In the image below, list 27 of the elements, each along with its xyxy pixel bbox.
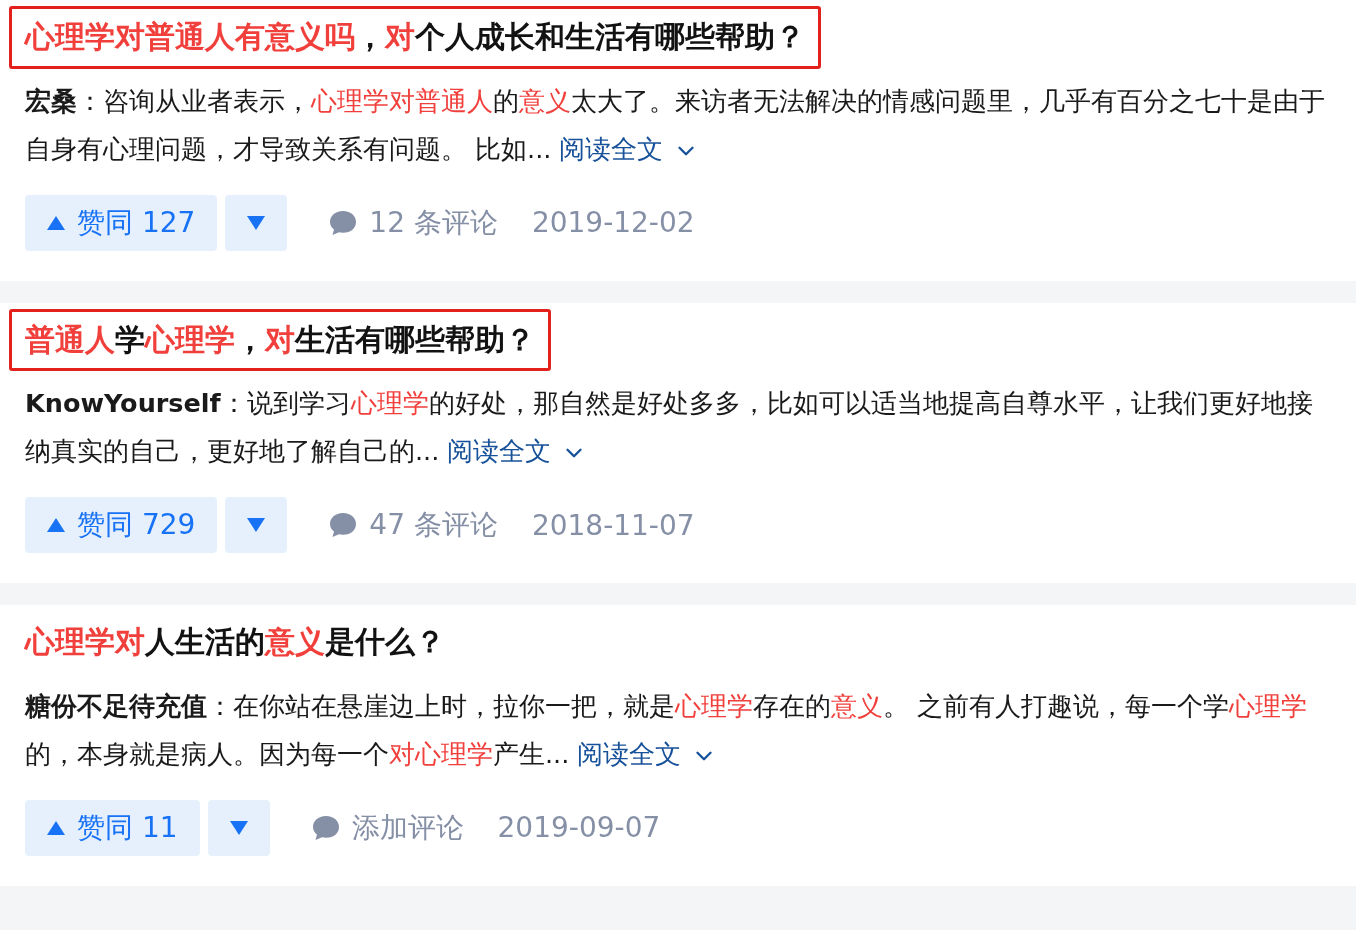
- question-title[interactable]: 心理学对普通人有意义吗，对个人成长和生活有哪些帮助？: [9, 6, 821, 69]
- question-title[interactable]: 心理学对人生活的意义是什么？: [9, 611, 461, 674]
- read-more-link[interactable]: 阅读全文: [447, 436, 552, 466]
- down-triangle-icon: [247, 518, 266, 532]
- downvote-button[interactable]: [225, 497, 288, 553]
- down-triangle-icon: [229, 820, 248, 835]
- upvote-button[interactable]: 赞同 11: [25, 799, 200, 856]
- comment-icon: [329, 512, 358, 538]
- comment-icon: [311, 814, 340, 841]
- down-triangle-icon: [247, 215, 266, 230]
- answer-excerpt: 宏桑：咨询从业者表示，心理学对普通人的意义太大了。来访者无法解决的情感问题里，几乎有百分之七十是由于自身有心理问题，才导致关系有问题。 比如... 阅读全文: [25, 84, 1325, 166]
- downvote-button[interactable]: [225, 194, 288, 251]
- upvote-button[interactable]: 赞同 127: [25, 194, 218, 251]
- question-title[interactable]: 普通人学心理学，对生活有哪些帮助？: [9, 308, 551, 371]
- answer-excerpt: 糖份不足待充值：在你站在悬崖边上时，拉你一把，就是心理学存在的意义。 之前有人打趣说，每一个学心理学 的，本身就是病人。因为每一个对心理学产生... 阅读全文: [25, 689, 1309, 771]
- up-triangle-icon: [47, 518, 65, 532]
- read-more-link[interactable]: 阅读全文: [577, 738, 682, 769]
- answer-excerpt: KnowYourself：说到学习心理学的好处，那自然是好处多多，比如可以适当地提高自尊水平，让我们更好地接纳真实的自己，更好地了解自己的... 阅读全文: [25, 387, 1314, 468]
- downvote-button[interactable]: [207, 799, 270, 856]
- answer-date: 2019-09-07: [497, 811, 661, 844]
- read-more-link[interactable]: 阅读全文: [559, 133, 664, 164]
- answer-date: 2018-11-07: [531, 508, 695, 542]
- comment-icon: [329, 209, 358, 236]
- answer-date: 2019-12-02: [531, 206, 695, 239]
- up-triangle-icon: [47, 215, 65, 230]
- up-triangle-icon: [47, 820, 65, 835]
- upvote-button[interactable]: 赞同 729: [25, 497, 218, 553]
